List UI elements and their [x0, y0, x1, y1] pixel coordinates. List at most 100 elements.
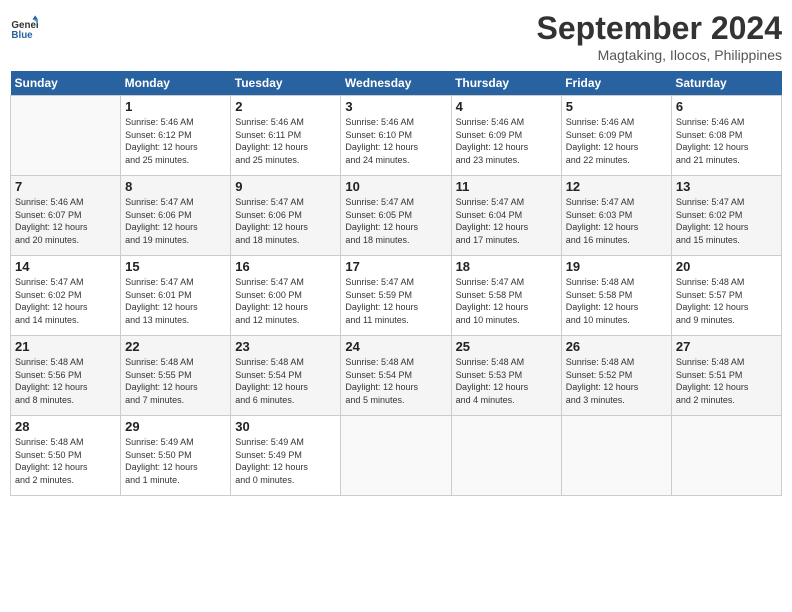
- location-title: Magtaking, Ilocos, Philippines: [537, 47, 782, 63]
- day-number: 19: [566, 259, 667, 274]
- calendar-cell: 17Sunrise: 5:47 AM Sunset: 5:59 PM Dayli…: [341, 256, 451, 336]
- calendar-cell: 4 Sunrise: 5:46 AM Sunset: 6:09 PM Daylig…: [451, 96, 561, 176]
- calendar-week-row: 21 Sunrise: 5:48 AM Sunset: 5:56 PM Dayli…: [11, 336, 782, 416]
- day-number: 28: [15, 419, 116, 434]
- calendar-cell: 15 Sunrise: 5:47 AM Sunset: 6:01 PM Dayli…: [121, 256, 231, 336]
- day-info: Sunrise: 5:46 AM Sunset: 6:12 PM Dayligh…: [125, 116, 226, 166]
- day-info: Sunrise: 5:48 AM Sunset: 5:52 PM Dayligh…: [566, 356, 667, 406]
- day-info: Sunrise: 5:47 AM Sunset: 6:00 PM Dayligh…: [235, 276, 336, 326]
- calendar-cell: 13Sunrise: 5:47 AM Sunset: 6:02 PM Dayli…: [671, 176, 781, 256]
- day-number: 25: [456, 339, 557, 354]
- month-title: September 2024: [537, 10, 782, 47]
- title-area: September 2024 Magtaking, Ilocos, Philip…: [537, 10, 782, 63]
- calendar-cell: 2 Sunrise: 5:46 AM Sunset: 6:11 PM Daylig…: [231, 96, 341, 176]
- calendar-cell: 9Sunrise: 5:47 AM Sunset: 6:06 PM Daylig…: [231, 176, 341, 256]
- day-info: Sunrise: 5:48 AM Sunset: 5:51 PM Dayligh…: [676, 356, 777, 406]
- day-info: Sunrise: 5:46 AM Sunset: 6:08 PM Dayligh…: [676, 116, 777, 166]
- calendar-cell: 29 Sunrise: 5:49 AM Sunset: 5:50 PM Dayli…: [121, 416, 231, 496]
- day-number: 26: [566, 339, 667, 354]
- day-number: 8: [125, 179, 226, 194]
- day-info: Sunrise: 5:46 AM Sunset: 6:09 PM Dayligh…: [456, 116, 557, 166]
- day-info: Sunrise: 5:48 AM Sunset: 5:56 PM Dayligh…: [15, 356, 116, 406]
- calendar-cell: 24 Sunrise: 5:48 AM Sunset: 5:54 PM Dayli…: [341, 336, 451, 416]
- logo: General Blue: [10, 10, 42, 42]
- day-info: Sunrise: 5:47 AM Sunset: 6:02 PM Dayligh…: [676, 196, 777, 246]
- day-info: Sunrise: 5:46 AM Sunset: 6:10 PM Dayligh…: [345, 116, 446, 166]
- day-info: Sunrise: 5:47 AM Sunset: 6:06 PM Dayligh…: [235, 196, 336, 246]
- calendar-week-row: 28 Sunrise: 5:48 AM Sunset: 5:50 PM Dayli…: [11, 416, 782, 496]
- day-number: 3: [345, 99, 446, 114]
- calendar-cell: 7 Sunrise: 5:46 AM Sunset: 6:07 PM Daylig…: [11, 176, 121, 256]
- calendar-week-row: 14Sunrise: 5:47 AM Sunset: 6:02 PM Dayli…: [11, 256, 782, 336]
- day-info: Sunrise: 5:48 AM Sunset: 5:54 PM Dayligh…: [235, 356, 336, 406]
- day-info: Sunrise: 5:47 AM Sunset: 6:02 PM Dayligh…: [15, 276, 116, 326]
- day-number: 18: [456, 259, 557, 274]
- calendar-week-row: 7 Sunrise: 5:46 AM Sunset: 6:07 PM Daylig…: [11, 176, 782, 256]
- calendar-cell: 23Sunrise: 5:48 AM Sunset: 5:54 PM Dayli…: [231, 336, 341, 416]
- calendar-cell: 27 Sunrise: 5:48 AM Sunset: 5:51 PM Dayli…: [671, 336, 781, 416]
- day-number: 29: [125, 419, 226, 434]
- day-info: Sunrise: 5:46 AM Sunset: 6:11 PM Dayligh…: [235, 116, 336, 166]
- calendar-week-row: 1 Sunrise: 5:46 AM Sunset: 6:12 PM Daylig…: [11, 96, 782, 176]
- day-info: Sunrise: 5:47 AM Sunset: 5:58 PM Dayligh…: [456, 276, 557, 326]
- calendar-cell: 30Sunrise: 5:49 AM Sunset: 5:49 PM Dayli…: [231, 416, 341, 496]
- calendar-cell: 6 Sunrise: 5:46 AM Sunset: 6:08 PM Daylig…: [671, 96, 781, 176]
- day-number: 1: [125, 99, 226, 114]
- day-info: Sunrise: 5:47 AM Sunset: 6:06 PM Dayligh…: [125, 196, 226, 246]
- day-info: Sunrise: 5:48 AM Sunset: 5:54 PM Dayligh…: [345, 356, 446, 406]
- day-of-week-header: Monday: [121, 71, 231, 96]
- calendar-header-row: SundayMondayTuesdayWednesdayThursdayFrid…: [11, 71, 782, 96]
- calendar-cell: 18 Sunrise: 5:47 AM Sunset: 5:58 PM Dayli…: [451, 256, 561, 336]
- day-number: 21: [15, 339, 116, 354]
- calendar-cell: 28 Sunrise: 5:48 AM Sunset: 5:50 PM Dayli…: [11, 416, 121, 496]
- day-info: Sunrise: 5:49 AM Sunset: 5:49 PM Dayligh…: [235, 436, 336, 486]
- day-number: 27: [676, 339, 777, 354]
- day-of-week-header: Friday: [561, 71, 671, 96]
- day-info: Sunrise: 5:47 AM Sunset: 6:04 PM Dayligh…: [456, 196, 557, 246]
- day-info: Sunrise: 5:49 AM Sunset: 5:50 PM Dayligh…: [125, 436, 226, 486]
- day-of-week-header: Tuesday: [231, 71, 341, 96]
- day-info: Sunrise: 5:47 AM Sunset: 6:01 PM Dayligh…: [125, 276, 226, 326]
- calendar-table: SundayMondayTuesdayWednesdayThursdayFrid…: [10, 71, 782, 496]
- day-info: Sunrise: 5:46 AM Sunset: 6:09 PM Dayligh…: [566, 116, 667, 166]
- day-number: 2: [235, 99, 336, 114]
- calendar-cell: 20Sunrise: 5:48 AM Sunset: 5:57 PM Dayli…: [671, 256, 781, 336]
- calendar-cell: [11, 96, 121, 176]
- day-info: Sunrise: 5:47 AM Sunset: 6:05 PM Dayligh…: [345, 196, 446, 246]
- calendar-cell: 1 Sunrise: 5:46 AM Sunset: 6:12 PM Daylig…: [121, 96, 231, 176]
- day-number: 16: [235, 259, 336, 274]
- day-of-week-header: Sunday: [11, 71, 121, 96]
- day-number: 6: [676, 99, 777, 114]
- day-number: 15: [125, 259, 226, 274]
- header: General Blue September 2024 Magtaking, I…: [10, 10, 782, 63]
- calendar-cell: 26 Sunrise: 5:48 AM Sunset: 5:52 PM Dayli…: [561, 336, 671, 416]
- calendar-cell: 5 Sunrise: 5:46 AM Sunset: 6:09 PM Daylig…: [561, 96, 671, 176]
- calendar-cell: [341, 416, 451, 496]
- calendar-cell: 21 Sunrise: 5:48 AM Sunset: 5:56 PM Dayli…: [11, 336, 121, 416]
- calendar-cell: 11Sunrise: 5:47 AM Sunset: 6:04 PM Dayli…: [451, 176, 561, 256]
- day-info: Sunrise: 5:48 AM Sunset: 5:50 PM Dayligh…: [15, 436, 116, 486]
- day-info: Sunrise: 5:48 AM Sunset: 5:57 PM Dayligh…: [676, 276, 777, 326]
- day-info: Sunrise: 5:48 AM Sunset: 5:53 PM Dayligh…: [456, 356, 557, 406]
- calendar-cell: 25 Sunrise: 5:48 AM Sunset: 5:53 PM Dayli…: [451, 336, 561, 416]
- calendar-cell: [451, 416, 561, 496]
- day-number: 22: [125, 339, 226, 354]
- day-info: Sunrise: 5:47 AM Sunset: 5:59 PM Dayligh…: [345, 276, 446, 326]
- day-of-week-header: Saturday: [671, 71, 781, 96]
- calendar-cell: [671, 416, 781, 496]
- calendar-cell: 12Sunrise: 5:47 AM Sunset: 6:03 PM Dayli…: [561, 176, 671, 256]
- svg-text:Blue: Blue: [11, 30, 33, 41]
- calendar-cell: 3 Sunrise: 5:46 AM Sunset: 6:10 PM Daylig…: [341, 96, 451, 176]
- calendar-cell: 8 Sunrise: 5:47 AM Sunset: 6:06 PM Daylig…: [121, 176, 231, 256]
- day-number: 4: [456, 99, 557, 114]
- day-number: 24: [345, 339, 446, 354]
- day-of-week-header: Thursday: [451, 71, 561, 96]
- day-info: Sunrise: 5:48 AM Sunset: 5:58 PM Dayligh…: [566, 276, 667, 326]
- day-number: 7: [15, 179, 116, 194]
- calendar-cell: 10Sunrise: 5:47 AM Sunset: 6:05 PM Dayli…: [341, 176, 451, 256]
- day-info: Sunrise: 5:46 AM Sunset: 6:07 PM Dayligh…: [15, 196, 116, 246]
- calendar-cell: 16 Sunrise: 5:47 AM Sunset: 6:00 PM Dayli…: [231, 256, 341, 336]
- day-info: Sunrise: 5:47 AM Sunset: 6:03 PM Dayligh…: [566, 196, 667, 246]
- logo-icon: General Blue: [10, 14, 38, 42]
- day-number: 5: [566, 99, 667, 114]
